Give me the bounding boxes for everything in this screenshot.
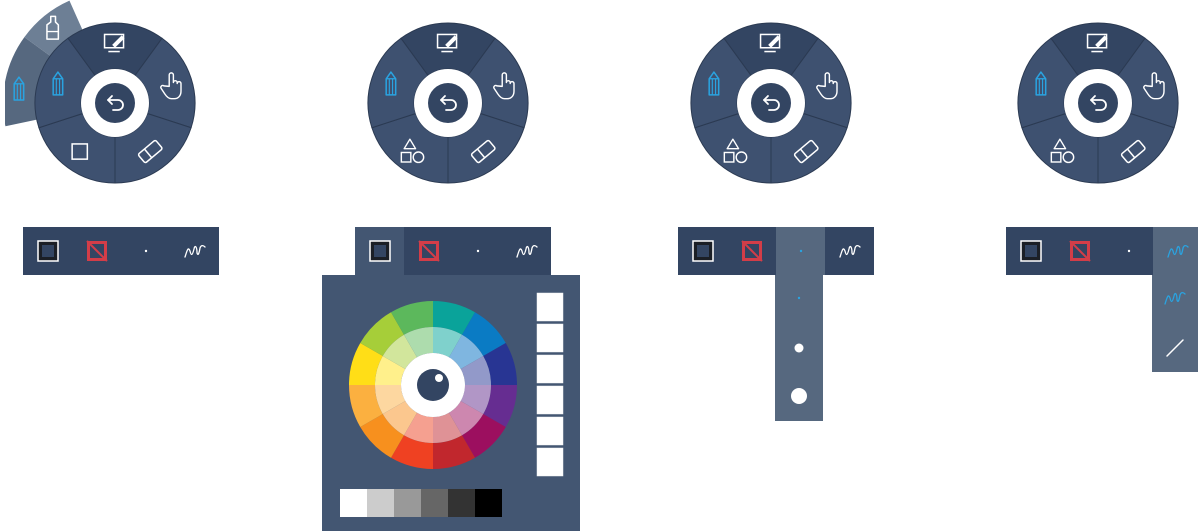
stroke-size-button[interactable] <box>453 227 502 275</box>
stroke-style-button[interactable] <box>825 227 874 275</box>
grayscale-swatch[interactable] <box>475 489 502 517</box>
custom-color-swatch[interactable] <box>536 354 564 384</box>
grayscale-swatch[interactable] <box>394 489 421 517</box>
custom-color-swatch[interactable] <box>536 292 564 322</box>
stroke-color-icon <box>740 240 763 262</box>
stroke-size-large[interactable] <box>775 374 823 418</box>
stroke-color-button[interactable] <box>727 227 776 275</box>
radial-menu-1 <box>5 0 196 184</box>
stroke-style-panel <box>1152 275 1198 372</box>
stroke-style-button[interactable] <box>1153 227 1198 275</box>
fill-color-icon <box>368 240 391 262</box>
stroke-size-medium[interactable] <box>775 326 823 370</box>
freehand-line-option[interactable] <box>1152 275 1198 322</box>
fill-color-button[interactable] <box>355 227 404 275</box>
color-wheel <box>340 292 564 517</box>
stroke-style-icon <box>515 244 538 258</box>
radial-menu-3 <box>690 22 852 184</box>
stroke-size-icon <box>1127 249 1130 253</box>
pen-toolbar-4 <box>1006 227 1198 275</box>
stroke-color-button[interactable] <box>404 227 453 275</box>
stroke-color-icon <box>85 240 108 262</box>
stroke-color-icon <box>417 240 440 262</box>
undo-button-inner <box>751 83 791 123</box>
stroke-size-icon <box>144 249 147 253</box>
stroke-style-icon <box>838 244 861 258</box>
stroke-size-button[interactable] <box>1104 227 1153 275</box>
grayscale-swatch[interactable] <box>340 489 367 517</box>
radial-menu-4 <box>1017 22 1179 184</box>
stroke-style-button[interactable] <box>502 227 551 275</box>
stroke-size-icon <box>799 249 802 253</box>
custom-color-swatch[interactable] <box>536 416 564 446</box>
fill-color-button[interactable] <box>678 227 727 275</box>
stroke-size-button[interactable] <box>776 227 825 275</box>
fill-color-icon <box>691 240 714 262</box>
stroke-style-icon <box>183 244 206 258</box>
pen-toolbar-3 <box>678 227 874 275</box>
grayscale-swatch[interactable] <box>421 489 448 517</box>
undo-button-inner <box>95 83 135 123</box>
stroke-size-icon <box>476 249 479 253</box>
fill-color-button[interactable] <box>1006 227 1055 275</box>
stroke-color-icon <box>1068 240 1091 262</box>
indicator-highlight <box>435 374 443 382</box>
straight-line-option[interactable] <box>1152 324 1198 372</box>
pen-toolbar-2 <box>355 227 551 275</box>
undo-button-inner <box>428 83 468 123</box>
color-picker-panel <box>322 275 580 531</box>
fill-color-icon <box>36 240 59 262</box>
custom-color-swatch[interactable] <box>536 447 564 477</box>
stroke-style-icon <box>1166 244 1189 258</box>
pen-toolbar-1 <box>23 227 219 275</box>
current-color-indicator <box>417 369 449 401</box>
grayscale-swatch[interactable] <box>448 489 475 517</box>
fill-color-icon <box>1019 240 1042 262</box>
stroke-size-panel <box>775 275 823 421</box>
stroke-color-button[interactable] <box>72 227 121 275</box>
stroke-style-button[interactable] <box>170 227 219 275</box>
undo-button-inner <box>1078 83 1118 123</box>
stroke-color-button[interactable] <box>1055 227 1104 275</box>
custom-color-swatch[interactable] <box>536 323 564 353</box>
stroke-size-button[interactable] <box>121 227 170 275</box>
fill-color-button[interactable] <box>23 227 72 275</box>
grayscale-swatch[interactable] <box>367 489 394 517</box>
stroke-size-small[interactable] <box>775 276 823 320</box>
radial-menu-2 <box>367 22 529 184</box>
custom-color-swatch[interactable] <box>536 385 564 415</box>
